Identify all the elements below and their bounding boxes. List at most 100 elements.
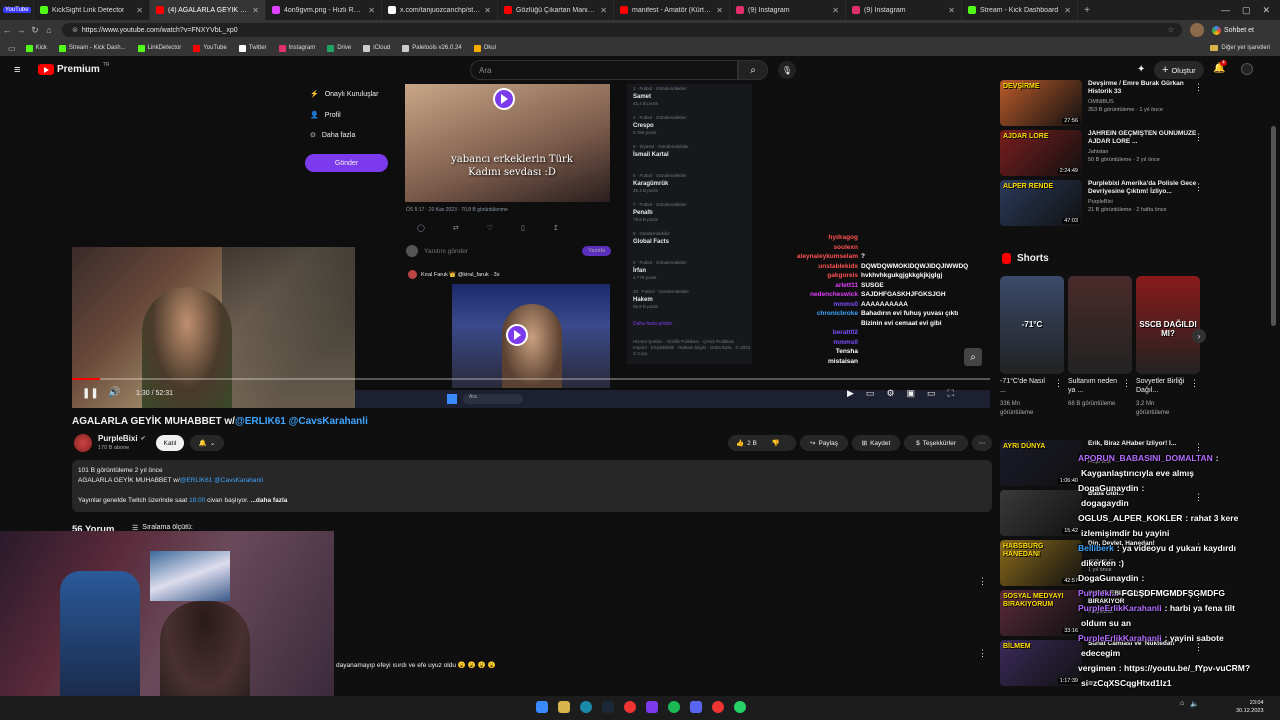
short-menu-icon[interactable]: ⋮ <box>1122 378 1131 389</box>
video-player[interactable]: ⚡ Onaylı Kuruluşlar 👤 Profil ⊙ Daha fazla G… <box>72 84 990 408</box>
twitch-icon[interactable] <box>646 701 658 713</box>
chat-username[interactable]: mmms0 <box>780 339 858 349</box>
recommended-title[interactable]: JAHREIN GEÇMİŞTEN GÜNÜMÜZE AJDAR LORE ..… <box>1088 130 1198 146</box>
spotify-icon[interactable] <box>668 701 680 713</box>
share-icon[interactable]: ↥ <box>553 224 559 232</box>
chrome-icon[interactable] <box>712 701 724 713</box>
home-icon[interactable]: ⌂ <box>42 25 56 35</box>
subscribed-button[interactable]: 🔔 ⌄ <box>190 435 224 451</box>
trend-item[interactable]: 4 · Futbol · Gündemdekiler Crespo 5.786 po… <box>633 115 748 135</box>
retweet-icon[interactable]: ⇄ <box>453 224 459 232</box>
tab-close-icon[interactable]: ✕ <box>716 6 723 15</box>
chat-username[interactable]: aleynaleykumselam <box>780 253 858 263</box>
other-bookmarks[interactable]: Diğer yer işaretleri <box>1210 45 1270 51</box>
tab-close-icon[interactable]: ✕ <box>136 6 143 15</box>
menu-verified-orgs[interactable]: ⚡ Onaylı Kuruluşlar <box>310 90 378 99</box>
browser-tab[interactable]: 4on9gvm.png - Hızlı Resim ✕ <box>266 0 382 20</box>
like-icon[interactable]: 👍 <box>736 439 744 447</box>
menu-more[interactable]: ⊙ Daha fazla <box>310 131 355 140</box>
youtube-logo[interactable]: Premium TR <box>38 62 109 75</box>
video-title-mentions[interactable]: @ERLIK61 @CavsKarahanli <box>235 416 368 427</box>
video-thumbnail[interactable]: ALPER RENDE 47:03 <box>1000 180 1082 226</box>
bookmark-item[interactable]: Paletools v26.0.24 <box>402 44 462 52</box>
recommended-channel[interactable]: PurpleBixi <box>1088 199 1113 205</box>
profile-avatar[interactable] <box>1190 23 1204 37</box>
recommended-video[interactable]: ALPER RENDE 47:03 Purplebixi Amerika'da Po… <box>1000 180 1210 226</box>
recording-icon[interactable] <box>624 701 636 713</box>
tab-close-icon[interactable]: ✕ <box>484 6 491 15</box>
chat-username[interactable]: mmms0 <box>780 301 858 311</box>
autoplay-toggle[interactable]: ▶ <box>847 388 854 399</box>
channel-name[interactable]: PurpleBixi ✔ <box>98 434 146 443</box>
browser-tab[interactable]: Stream - Kick Dashboard ✕ <box>962 0 1078 20</box>
bookmark-icon[interactable]: ▯ <box>521 224 525 232</box>
menu-icon[interactable]: ≡ <box>14 65 25 76</box>
bookmark-item[interactable]: Okul <box>473 44 496 52</box>
video-thumbnail[interactable]: HABSBURG HANEDANI 42:57 <box>1000 540 1082 586</box>
reload-icon[interactable]: ↻ <box>28 25 42 36</box>
video-menu-icon[interactable]: ⋮ <box>1194 182 1203 193</box>
share-button[interactable]: ↪ Paylaş <box>800 435 848 451</box>
show-more-trends[interactable]: Daha fazla göster <box>633 321 672 327</box>
short-title[interactable]: Sovyetler Birliği Dağıl... <box>1136 377 1188 395</box>
video-menu-icon[interactable]: ⋮ <box>1194 442 1203 453</box>
chat-username[interactable]: chronicbroke <box>780 310 858 320</box>
minimize-icon[interactable]: — <box>1221 5 1230 16</box>
back-icon[interactable]: ← <box>0 25 14 35</box>
trend-item[interactable]: 10 · Futbol · Gündemdekiler Hakem 95,8 B p… <box>633 289 748 309</box>
shorts-next-icon[interactable]: › <box>1192 329 1206 343</box>
channel-avatar[interactable] <box>74 434 92 452</box>
browser-tab[interactable]: Gözlüğü Çıkartan Manifest Vlog -✕ <box>498 0 614 20</box>
play-button-icon[interactable] <box>493 88 515 110</box>
video-thumbnail[interactable]: 15:42 <box>1000 490 1082 536</box>
voice-search-button[interactable]: 🎙 <box>778 61 796 79</box>
join-button[interactable]: Katıl <box>156 435 184 451</box>
tab-close-icon[interactable]: ✕ <box>948 6 955 15</box>
short-menu-icon[interactable]: ⋮ <box>1054 378 1063 389</box>
reply-icon[interactable]: ◯ <box>417 224 425 232</box>
steam-icon[interactable] <box>602 701 614 713</box>
recommended-title[interactable]: Purplebixi Amerika'da Polisle Gece Devri… <box>1088 180 1198 196</box>
browser-tab[interactable]: (9) Instagram ✕ <box>846 0 962 20</box>
recommended-channel[interactable]: Jahistan <box>1088 149 1109 155</box>
like-icon[interactable]: ♡ <box>487 224 493 232</box>
bookmark-item[interactable]: YouTube <box>193 44 227 52</box>
menu-profile[interactable]: 👤 Profil <box>310 111 341 120</box>
trend-item[interactable]: 7 · Futbol · Gündemdekiler Penaltı 79,8 B … <box>633 202 748 222</box>
network-icon[interactable]: ⌂ <box>1180 700 1184 708</box>
browser-tab[interactable]: (4) AGALARLA GEYİK MUHABBET ✕ <box>150 0 266 20</box>
chat-button[interactable]: Sohbet et <box>1212 25 1254 35</box>
more-actions-button[interactable]: ⋯ <box>972 435 992 451</box>
reply-box[interactable]: Yanıtını gönder Yanıtla <box>406 242 611 260</box>
chat-username[interactable] <box>780 320 858 330</box>
post-button[interactable]: Gönder <box>305 154 388 172</box>
trend-item[interactable]: 9 · Futbol · Gündemdekiler İrfan 4.775 pos… <box>633 260 748 280</box>
whatsapp-icon[interactable] <box>734 701 746 713</box>
chat-username[interactable]: gakgoreis <box>780 272 858 282</box>
description-mentions[interactable]: @ERLIK61 @CavsKarahanli <box>180 477 263 484</box>
video-thumbnail[interactable]: SOSYAL MEDYAYI BIRAKIYORUM 33:16 <box>1000 590 1082 636</box>
short-title[interactable]: Sultanım neden ya ... <box>1068 377 1120 395</box>
thanks-button[interactable]: $ Teşekkürler <box>904 435 968 451</box>
clock[interactable]: 23:04 30.12.2023 <box>1236 699 1264 715</box>
comment-menu-icon[interactable]: ⋮ <box>978 648 987 659</box>
chat-username[interactable]: nedencheswick <box>780 291 858 301</box>
page-scrollbar[interactable] <box>1271 126 1276 326</box>
video-menu-icon[interactable]: ⋮ <box>1194 82 1203 93</box>
show-more-link[interactable]: ...daha fazla <box>251 497 288 504</box>
search-button[interactable]: ⌕ <box>738 60 768 80</box>
site-info-icon[interactable]: ⊜ <box>72 26 78 34</box>
comment-menu-icon[interactable]: ⋮ <box>978 576 987 587</box>
bookmark-item[interactable]: LinkDetector <box>137 44 181 52</box>
short-item[interactable]: Sultanım neden ya ... 68 B görüntüleme ⋮ <box>1068 276 1132 421</box>
trend-item[interactable]: 5 · Siyaset · Gündemdekiler İsmail Kartal <box>633 144 748 159</box>
short-thumbnail[interactable] <box>1068 276 1132 374</box>
maximize-icon[interactable]: ▢ <box>1242 5 1251 16</box>
chat-username[interactable]: soulexn <box>780 244 858 254</box>
recommended-channel[interactable]: OMNIBUS <box>1088 99 1114 105</box>
chat-username[interactable]: beratt02 <box>780 329 858 339</box>
browser-tab[interactable]: x.com/tanjuozcanchp/status/2005 ✕ <box>382 0 498 20</box>
system-tray[interactable]: ⌂ 🔈 <box>1180 700 1199 708</box>
video-thumbnail[interactable]: DEVŞİRME 27:56 <box>1000 80 1082 126</box>
description-time-link[interactable]: 18:00 <box>189 497 205 504</box>
